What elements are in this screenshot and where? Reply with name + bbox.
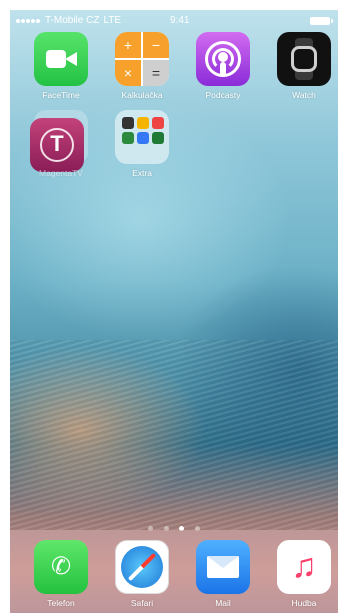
folder-icon [115, 110, 169, 164]
app-label: FaceTime [42, 90, 80, 100]
calc-plus: + [115, 32, 141, 58]
dock: ✆ Telefon Safari Mail ♫ Hudba [10, 530, 338, 613]
app-label: MagentaTV [39, 168, 83, 178]
home-screen: T-Mobile CZ LTE 9:41 FaceTime + − × = Ka… [10, 10, 338, 613]
facetime-icon [34, 32, 88, 86]
network-type: LTE [103, 15, 122, 26]
t-mobile-icon: T [30, 118, 84, 172]
carrier-info: T-Mobile CZ LTE [16, 10, 121, 32]
app-label: Safari [130, 598, 154, 608]
battery-icon [310, 17, 333, 25]
status-bar: T-Mobile CZ LTE 9:41 [10, 10, 338, 32]
calc-minus: − [143, 32, 169, 58]
wallpaper-waves [10, 340, 338, 530]
dock-music[interactable]: ♫ Hudba [269, 540, 338, 608]
phone-icon: ✆ [34, 540, 88, 594]
app-label: Extra [132, 168, 152, 178]
app-label: Hudba [291, 598, 317, 608]
podcasts-icon [196, 32, 250, 86]
app-facetime[interactable]: FaceTime [26, 32, 96, 100]
watch-icon [277, 32, 331, 86]
dock-phone[interactable]: ✆ Telefon [26, 540, 96, 608]
app-label: Mail [215, 598, 231, 608]
dock-safari[interactable]: Safari [107, 540, 177, 608]
status-time: 9:41 [170, 15, 190, 26]
app-label: Kalkulačka [121, 90, 163, 100]
app-watch[interactable]: Watch [269, 32, 338, 100]
calculator-icon: + − × = [115, 32, 169, 86]
carrier-name: T-Mobile CZ [45, 15, 100, 26]
app-label: Telefon [47, 598, 75, 608]
app-podcasts[interactable]: Podcasty [188, 32, 258, 100]
calc-equals: = [143, 60, 169, 86]
app-magenta-tv[interactable]: T MagentaTV [26, 110, 96, 178]
safari-icon [115, 540, 169, 594]
folder-extra[interactable]: Extra [107, 110, 177, 178]
app-label: Watch [292, 90, 316, 100]
mail-icon [196, 540, 250, 594]
app-label: Podcasty [205, 90, 241, 100]
signal-icon [16, 10, 41, 32]
music-icon: ♫ [277, 540, 331, 594]
calc-times: × [115, 60, 141, 86]
dock-mail[interactable]: Mail [188, 540, 258, 608]
app-calculator[interactable]: + − × = Kalkulačka [107, 32, 177, 100]
